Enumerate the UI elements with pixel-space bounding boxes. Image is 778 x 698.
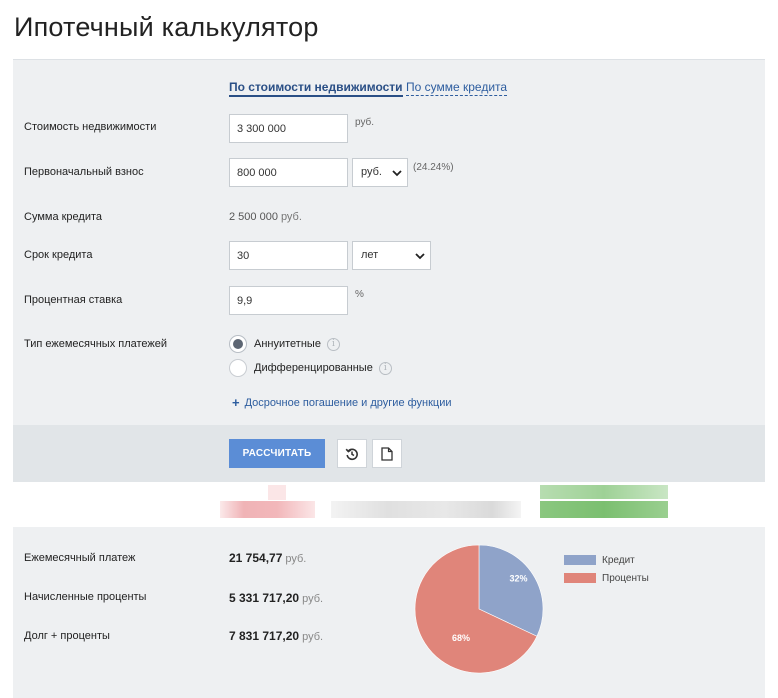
monthly-payment-unit: руб. [285, 553, 307, 565]
legend-item-credit: Кредит [564, 551, 649, 569]
chevron-down-icon [415, 253, 425, 260]
history-icon [345, 448, 358, 460]
down-payment-input[interactable] [229, 158, 348, 187]
debt-plus-interest-number: 7 831 717,20 [229, 629, 300, 643]
property-cost-unit: руб. [355, 117, 375, 128]
property-cost-input[interactable] [229, 114, 348, 143]
radio-annuity-control[interactable] [229, 335, 247, 353]
blurred-segment [268, 485, 286, 500]
tab-by-property-cost[interactable]: По стоимости недвижимости [229, 80, 403, 97]
debt-plus-interest-value: 7 831 717,20 руб. [229, 629, 323, 643]
down-payment-percent: (24.24%) [413, 162, 454, 173]
down-payment-unit-value: руб. [361, 166, 382, 178]
loan-amount-number: 2 500 000 [229, 211, 278, 223]
page-title: Ипотечный калькулятор [14, 12, 319, 42]
loan-amount-value: 2 500 000 руб. [229, 211, 302, 223]
pie-label-interest: 68% [452, 633, 470, 643]
plus-icon: + [232, 395, 240, 410]
monthly-payment-value: 21 754,77 руб. [229, 551, 306, 565]
monthly-payment-number: 21 754,77 [229, 551, 283, 565]
loan-amount-unit: руб. [280, 211, 302, 223]
radio-differentiated[interactable]: Дифференцированные i [229, 358, 392, 378]
blurred-segment [220, 501, 315, 518]
term-unit-value: лет [361, 249, 379, 261]
rate-label: Процентная ставка [24, 294, 123, 306]
legend-swatch [564, 555, 596, 565]
accrued-interest-unit: руб. [302, 593, 324, 605]
blurred-summary-band [13, 482, 765, 527]
debt-plus-interest-unit: руб. [302, 631, 324, 643]
down-payment-unit-select[interactable]: руб. [352, 158, 408, 187]
accrued-interest-number: 5 331 717,20 [229, 591, 300, 605]
property-cost-label: Стоимость недвижимости [24, 121, 157, 133]
down-payment-label: Первоначальный взнос [24, 166, 144, 178]
legend-item-interest: Проценты [564, 569, 649, 587]
tab-by-loan-amount[interactable]: По сумме кредита [406, 80, 508, 96]
term-unit-select[interactable]: лет [352, 241, 431, 270]
rate-input[interactable] [229, 286, 348, 315]
blurred-segment [331, 501, 521, 518]
accrued-interest-value: 5 331 717,20 руб. [229, 591, 323, 605]
chevron-down-icon [392, 170, 402, 177]
legend-label: Кредит [602, 554, 635, 566]
radio-annuity-label: Аннуитетные [254, 338, 321, 350]
pie-label-credit: 32% [509, 574, 527, 584]
blurred-segment [540, 501, 668, 518]
payment-type-label: Тип ежемесячных платежей [24, 338, 168, 350]
radio-differentiated-label: Дифференцированные [254, 362, 373, 374]
blurred-segment [540, 485, 668, 499]
payment-pie-chart: 32% 68% [414, 544, 544, 674]
term-input[interactable] [229, 241, 348, 270]
document-button[interactable] [372, 439, 402, 468]
early-repayment-link[interactable]: + Досрочное погашение и другие функции [232, 395, 452, 410]
radio-differentiated-control[interactable] [229, 359, 247, 377]
info-icon[interactable]: i [326, 337, 340, 351]
chart-legend: Кредит Проценты [564, 551, 649, 587]
accrued-interest-label: Начисленные проценты [24, 591, 147, 603]
loan-amount-label: Сумма кредита [24, 211, 103, 223]
radio-annuity[interactable]: Аннуитетные i [229, 334, 340, 354]
term-label: Срок кредита [24, 249, 93, 261]
legend-label: Проценты [602, 572, 649, 584]
document-icon [381, 446, 393, 461]
debt-plus-interest-label: Долг + проценты [24, 630, 110, 642]
legend-swatch [564, 573, 596, 583]
reset-button[interactable] [337, 439, 367, 468]
rate-unit: % [355, 289, 364, 300]
info-icon[interactable]: i [378, 361, 392, 375]
monthly-payment-label: Ежемесячный платеж [24, 552, 136, 564]
calculate-button[interactable]: РАССЧИТАТЬ [229, 439, 325, 468]
early-repayment-link-text: Досрочное погашение и другие функции [244, 396, 452, 409]
